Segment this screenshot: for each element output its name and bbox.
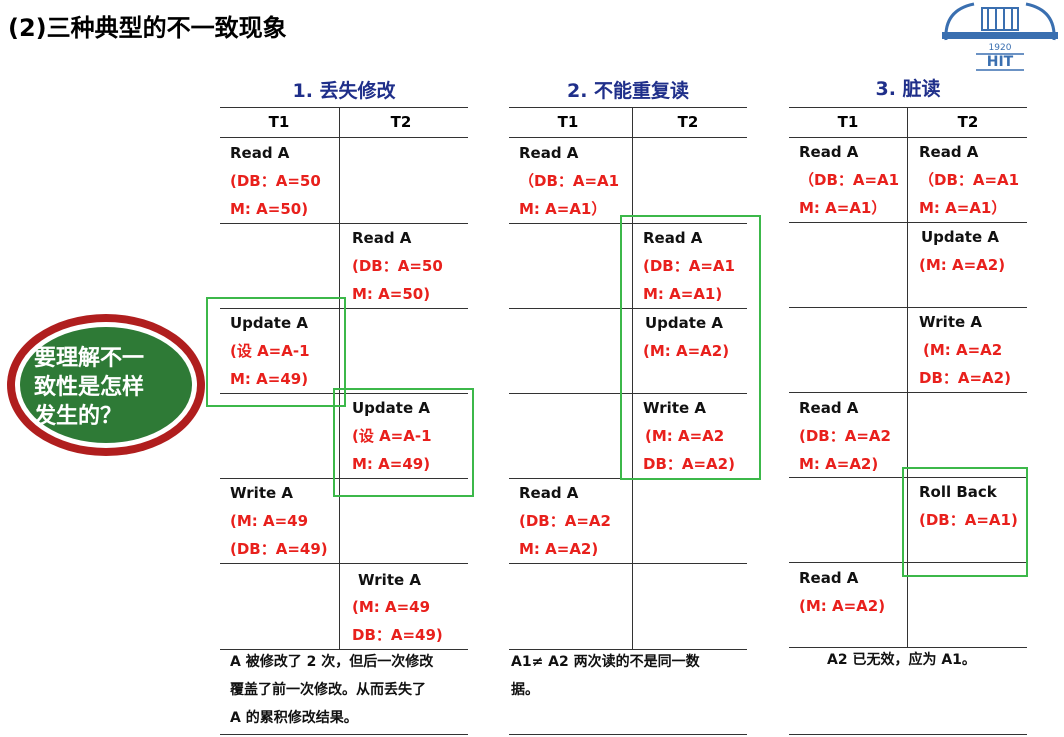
cell-text: Update A <box>921 228 999 246</box>
cell-text: Read A <box>519 484 579 502</box>
highlight-box <box>333 388 474 497</box>
cell-text: Read A <box>519 144 579 162</box>
slide-title: (2)三种典型的不一致现象 <box>8 14 287 42</box>
badge-text: 要理解不一 致性是怎样 发生的？ <box>34 346 145 429</box>
col-header-t1: T1 <box>268 113 290 131</box>
cell-text: (DB：A=A2 <box>799 427 891 445</box>
cell-text: Read A <box>799 143 859 161</box>
cell-text: (DB：A=50 <box>352 257 443 275</box>
col-header-t2: T2 <box>390 113 412 131</box>
highlight-box <box>620 215 761 480</box>
cell-text: (DB：A=50 <box>230 172 321 190</box>
cell-text: Write A <box>230 484 293 502</box>
cell-text: Read A <box>919 143 979 161</box>
cell-text: Read A <box>230 144 290 162</box>
cell-text: Write A <box>919 313 982 331</box>
cell-text: M: A=50) <box>352 285 431 303</box>
cell-text: Read A <box>799 569 859 587</box>
hit-logo: 1920 HIT <box>942 2 1058 71</box>
cell-text: （DB：A=A1 <box>519 172 620 190</box>
cell-text: Read A <box>799 399 859 417</box>
cell-text: (M: A=49 <box>352 598 431 616</box>
cell-text: （DB：A=A1 <box>799 171 900 189</box>
cell-text: M: A=A2) <box>799 455 879 473</box>
col-header-t1: T1 <box>557 113 579 131</box>
logo-letters: HIT <box>987 54 1014 70</box>
cell-text: M: A=A1） <box>519 200 607 218</box>
cell-text: (M: A=49 <box>230 512 309 530</box>
cell-text: (M: A=A2) <box>799 597 886 615</box>
col-header-t2: T2 <box>677 113 699 131</box>
table-title: 3. 脏读 <box>875 78 941 100</box>
col-header-t1: T1 <box>837 113 859 131</box>
table-title: 1. 丢失修改 <box>292 80 396 102</box>
highlight-box <box>902 467 1028 577</box>
cell-text: DB：A=49) <box>352 626 443 644</box>
highlight-box <box>206 297 346 407</box>
cell-text: M: A=50) <box>230 200 309 218</box>
cell-text: (DB：A=49) <box>230 540 328 558</box>
cell-text: M: A=A1） <box>799 199 887 217</box>
table-note: A2 已无效，应为 A1。 <box>827 652 976 668</box>
logo-year: 1920 <box>989 43 1012 53</box>
cell-text: Write A <box>358 571 421 589</box>
cell-text: (M: A=A2) <box>919 256 1006 274</box>
cell-text: (M: A=A2 <box>923 341 1003 359</box>
cell-text: （DB：A=A1 <box>919 171 1020 189</box>
cell-text: M: A=A1） <box>919 199 1007 217</box>
cell-text: (DB：A=A2 <box>519 512 611 530</box>
table-note: A1≠ A2 两次读的不是同一数 据。 <box>511 654 700 698</box>
table-title: 2. 不能重复读 <box>566 80 690 102</box>
table-note: A 被修改了 2 次，但后一次修改 覆盖了前一次修改。从而丢失了 A 的累积修改… <box>230 654 434 726</box>
col-header-t2: T2 <box>957 113 979 131</box>
cell-text: DB：A=A2) <box>919 369 1011 387</box>
cell-text: Read A <box>352 229 412 247</box>
table-dirty-read: 3. 脏读 T1 T2 Read A （DB：A=A1 M: A=A1） Rea… <box>789 70 1027 737</box>
cell-text: M: A=A2) <box>519 540 599 558</box>
